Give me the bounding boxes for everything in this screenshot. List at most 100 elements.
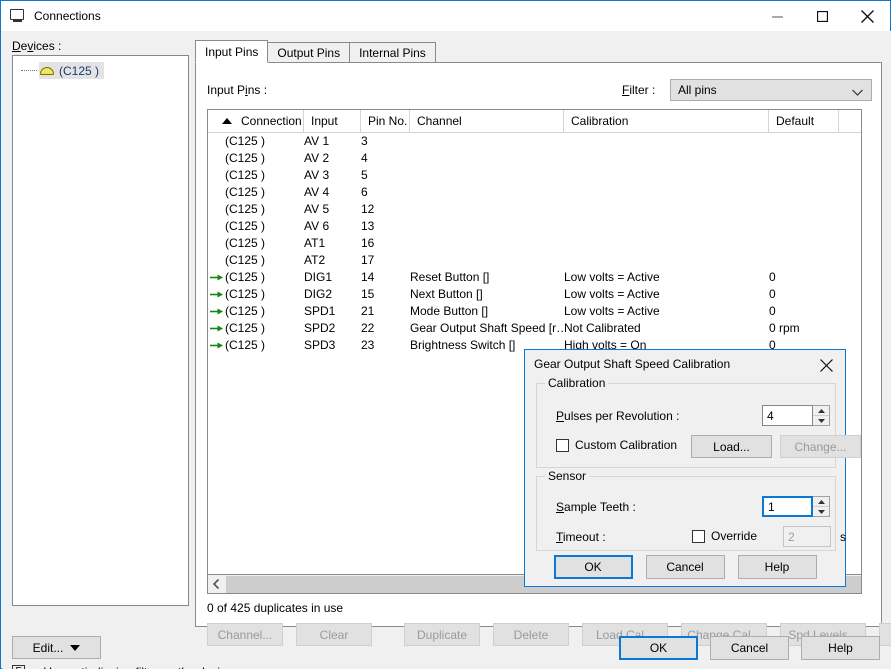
devices-label: Devices : — [12, 39, 62, 53]
cell-pin-no: 13 — [361, 219, 375, 233]
table-row[interactable]: (C125 ) AV 1 3 — [208, 133, 861, 150]
maximize-button[interactable] — [800, 1, 845, 31]
pin-assigned-arrow-icon — [208, 235, 225, 252]
cell-input: SPD2 — [304, 321, 336, 335]
cell-connection: (C125 ) — [225, 151, 266, 165]
sample-teeth-stepper[interactable]: 1 — [762, 496, 830, 517]
cell-default: 0 — [769, 304, 776, 318]
pulses-per-revolution-stepper[interactable]: 4 — [762, 405, 830, 426]
cell-calibration — [564, 133, 769, 150]
cell-channel — [410, 133, 564, 150]
custom-calibration-checkbox-row[interactable]: Custom Calibration — [556, 438, 677, 452]
footer-button-label: Cancel — [730, 641, 769, 655]
cell-calibration: Low volts = Active — [564, 270, 660, 284]
grid-header-connection[interactable]: Connection — [208, 110, 304, 132]
footer-cancel-button[interactable]: Cancel — [710, 636, 789, 660]
table-row[interactable]: (C125 ) AT1 16 — [208, 235, 861, 252]
table-row[interactable]: (C125 ) SPD1 21 Mode Button [] Low volts = A… — [208, 303, 861, 320]
pulses-per-revolution-label: Pulses per Revolution : — [556, 409, 680, 423]
tree-connector — [21, 70, 37, 72]
footer-help-button[interactable]: Help — [801, 636, 880, 660]
footer-ok-button[interactable]: OK — [619, 636, 698, 660]
load-button[interactable]: Load... — [691, 435, 772, 458]
table-row[interactable]: (C125 ) AV 3 5 — [208, 167, 861, 184]
filter-select[interactable]: All pins — [670, 79, 872, 101]
cell-pin-no: 15 — [361, 287, 375, 301]
grid-header-channel[interactable]: Channel — [410, 110, 564, 132]
cell-calibration — [564, 167, 769, 184]
cell-calibration — [564, 201, 769, 218]
grid-header-default-label: Default — [776, 114, 815, 128]
cell-default — [769, 167, 839, 184]
cell-calibration — [564, 252, 769, 269]
connections-window: Connections Devices : (C125 ) Edit... In… — [0, 0, 891, 669]
pulses-per-revolution-input[interactable]: 4 — [762, 405, 813, 426]
grid-header-calibration[interactable]: Calibration — [564, 110, 769, 132]
dialog-cancel-button[interactable]: Cancel — [645, 555, 725, 579]
change-button-label: Change... — [794, 439, 847, 454]
close-button[interactable] — [845, 1, 890, 31]
sample-teeth-label: Sample Teeth : — [556, 500, 636, 514]
devices-tree[interactable]: (C125 ) — [12, 55, 189, 606]
stepper-down-button[interactable] — [813, 507, 829, 516]
action-button-label: Duplicate — [416, 627, 468, 642]
duplicates-status: 0 of 425 duplicates in use — [207, 601, 344, 615]
tab-input-pins[interactable]: Input Pins — [195, 40, 269, 63]
load-button-label: Load... — [713, 439, 750, 454]
tab-internal-pins[interactable]: Internal Pins — [349, 42, 436, 63]
dialog-title: Gear Output Shaft Speed Calibration — [525, 350, 845, 378]
tab-output-pins[interactable]: Output Pins — [267, 42, 351, 63]
table-row[interactable]: (C125 ) DIG1 14 Reset Button [] Low volts = … — [208, 269, 861, 286]
cell-channel — [410, 167, 564, 184]
action-button-delete[interactable]: Delete — [493, 623, 569, 646]
change-button[interactable]: Change... — [780, 435, 861, 458]
grid-header-pin-no[interactable]: Pin No. — [361, 110, 410, 132]
pin-assigned-arrow-icon — [208, 184, 225, 201]
pin-assigned-arrow-icon — [208, 320, 225, 337]
sensor-group-title: Sensor — [545, 469, 590, 483]
table-row[interactable]: (C125 ) AV 5 12 — [208, 201, 861, 218]
cell-calibration — [564, 184, 769, 201]
stepper-down-button[interactable] — [813, 416, 829, 425]
grid-header-default[interactable]: Default — [769, 110, 839, 132]
dialog-help-button[interactable]: Help — [737, 555, 817, 579]
table-row[interactable]: (C125 ) AV 2 4 — [208, 150, 861, 167]
filter-label: Filter : — [622, 83, 656, 97]
stepper-up-button[interactable] — [813, 497, 829, 507]
cell-default — [769, 218, 839, 235]
dialog-button-label: Help — [764, 560, 790, 574]
cell-input: DIG1 — [304, 270, 333, 284]
action-button-settings[interactable]: Settings... — [879, 623, 891, 646]
cell-channel — [410, 184, 564, 201]
dialog-button-label: Cancel — [666, 560, 704, 574]
stepper-up-button[interactable] — [813, 406, 829, 416]
scroll-left-button[interactable] — [208, 575, 226, 593]
tree-item-c125[interactable]: (C125 ) — [39, 62, 105, 79]
grid-header-input[interactable]: Input — [304, 110, 361, 132]
pin-assigned-arrow-icon — [208, 269, 225, 286]
custom-calibration-checkbox[interactable] — [556, 438, 569, 452]
edit-button[interactable]: Edit... — [12, 636, 101, 659]
pin-assigned-arrow-icon — [208, 218, 225, 235]
cell-connection: (C125 ) — [225, 304, 266, 318]
sample-teeth-input[interactable]: 1 — [762, 496, 813, 517]
dialog-close-button[interactable] — [811, 353, 841, 377]
stepper-buttons — [813, 496, 830, 517]
cell-pin-no: 4 — [361, 151, 368, 165]
cell-default — [769, 235, 839, 252]
table-row[interactable]: (C125 ) AT2 17 — [208, 252, 861, 269]
override-checkbox-row[interactable]: Override — [692, 529, 757, 543]
table-row[interactable]: (C125 ) AV 4 6 — [208, 184, 861, 201]
override-checkbox[interactable] — [692, 529, 705, 543]
dialog-ok-button[interactable]: OK — [553, 555, 633, 579]
table-row[interactable]: (C125 ) DIG2 15 Next Button [] Low volts = A… — [208, 286, 861, 303]
table-row[interactable]: (C125 ) AV 6 13 — [208, 218, 861, 235]
cell-input: AV 3 — [304, 168, 330, 182]
action-button-clear[interactable]: Clear — [296, 623, 372, 646]
cell-default — [769, 150, 839, 167]
table-row[interactable]: (C125 ) SPD2 22 Gear Output Shaft Speed [r…… — [208, 320, 861, 337]
action-button-duplicate[interactable]: Duplicate — [404, 623, 480, 646]
action-button-channel[interactable]: Channel... — [207, 623, 283, 646]
cell-input: AV 2 — [304, 151, 330, 165]
minimize-button[interactable] — [755, 1, 800, 31]
